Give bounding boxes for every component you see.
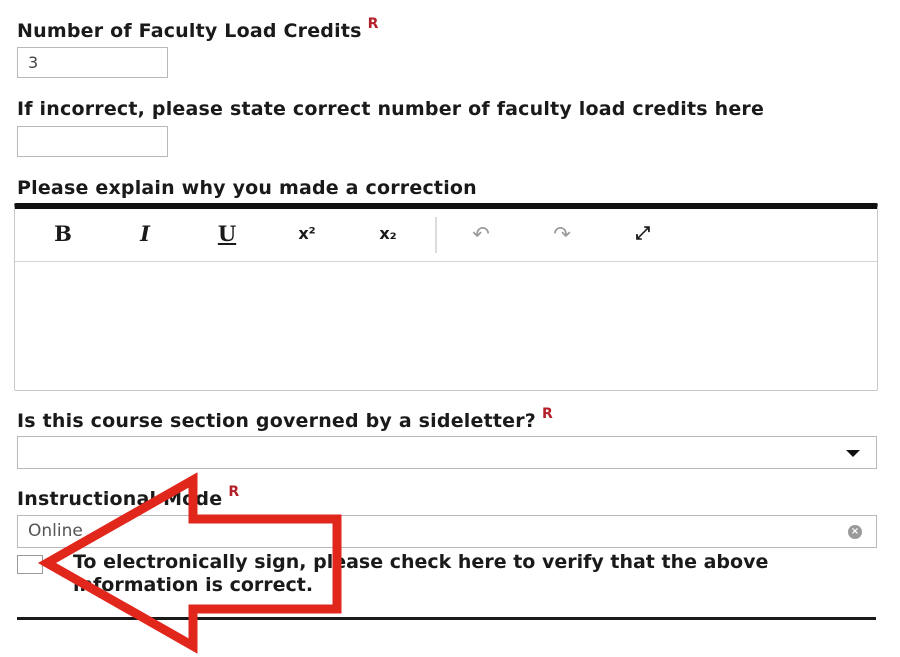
load-credits-label-text: Number of Faculty Load Credits [17, 20, 362, 42]
correct-credits-label-text: If incorrect, please state correct numbe… [17, 98, 765, 120]
load-credits-label: Number of Faculty Load Credits R [17, 16, 379, 42]
editor-text-area[interactable] [15, 262, 877, 390]
correct-credits-input[interactable] [17, 126, 168, 157]
rich-text-editor: B I U x² x₂ ↶ ↷ ⤢ [14, 203, 878, 391]
instructional-mode-label: Instructional Mode R [17, 484, 239, 510]
underline-button[interactable]: U [207, 221, 247, 247]
fullscreen-icon[interactable]: ⤢ [623, 221, 663, 247]
superscript-button[interactable]: x² [287, 221, 327, 247]
sideletter-label: Is this course section governed by a sid… [17, 406, 553, 432]
subscript-button[interactable]: x₂ [368, 221, 408, 247]
required-marker: R [367, 16, 379, 32]
load-credits-input[interactable] [17, 47, 168, 78]
bold-button[interactable]: B [43, 221, 83, 247]
redo-icon[interactable]: ↷ [542, 221, 582, 247]
chevron-down-icon [846, 450, 860, 457]
sideletter-select[interactable] [17, 436, 877, 469]
instructional-mode-field[interactable]: Online × [17, 515, 877, 548]
instructional-mode-label-text: Instructional Mode [17, 488, 223, 510]
required-marker: R [228, 484, 240, 500]
instructional-mode-value: Online [28, 521, 83, 541]
editor-toolbar: B I U x² x₂ ↶ ↷ ⤢ [15, 209, 877, 262]
signature-checkbox[interactable] [17, 555, 43, 574]
explanation-label: Please explain why you made a correction [17, 177, 477, 199]
toolbar-separator [435, 217, 437, 253]
clear-icon[interactable]: × [848, 525, 862, 539]
explanation-label-text: Please explain why you made a correction [17, 177, 477, 199]
correct-credits-label: If incorrect, please state correct numbe… [17, 98, 764, 120]
italic-button[interactable]: I [125, 221, 165, 247]
signature-label: To electronically sign, please check her… [73, 551, 769, 596]
undo-icon[interactable]: ↶ [461, 221, 501, 247]
required-marker: R [542, 406, 554, 422]
sideletter-label-text: Is this course section governed by a sid… [17, 410, 537, 432]
section-divider [17, 617, 876, 620]
